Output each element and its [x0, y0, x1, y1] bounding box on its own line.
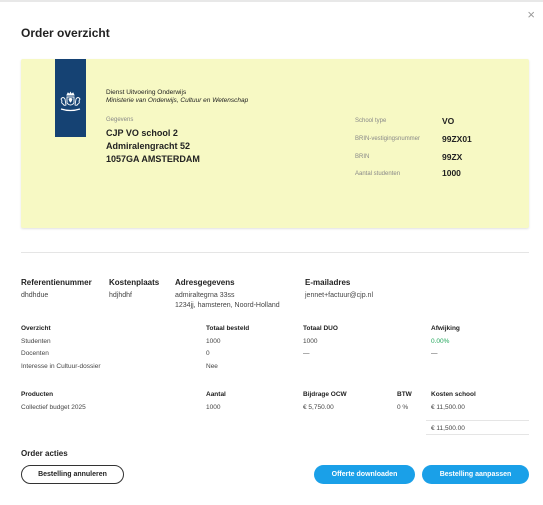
- brin-vestiging-label: BRIN-vestigingsnummer: [355, 136, 421, 142]
- adres-label: Adresgegevens: [175, 278, 235, 287]
- table-cell: Collectief budget 2025: [21, 404, 86, 411]
- table-cell: € 5,750.00: [303, 404, 334, 411]
- org-subtitle: Ministerie van Onderwijs, Cultuur en Wet…: [106, 97, 249, 104]
- table-cell: Docenten: [21, 350, 49, 357]
- total-value: € 11,500.00: [431, 425, 465, 432]
- brin-label: BRIN: [355, 154, 370, 160]
- totaal-duo-header: Totaal DUO: [303, 325, 338, 332]
- order-modal: × Order overzicht Dienst Uitvoering Onde…: [0, 0, 543, 505]
- btw-header: BTW: [397, 391, 412, 398]
- download-quote-button[interactable]: Offerte downloaden: [314, 465, 415, 484]
- kosten-school-header: Kosten school: [431, 391, 476, 398]
- email-value: jennet+factuur@cjp.nl: [305, 292, 374, 299]
- royal-crest-icon: [60, 91, 81, 112]
- order-acties-heading: Order acties: [21, 449, 68, 458]
- email-label: E-mailadres: [305, 278, 351, 287]
- cancel-order-button[interactable]: Bestelling annuleren: [21, 465, 124, 484]
- brin-value: 99ZX: [442, 152, 463, 162]
- school-address: CJP VO school 2 Admiralengracht 52 1057G…: [106, 127, 200, 166]
- table-cell: —: [431, 350, 438, 357]
- table-cell: 1000: [206, 404, 221, 411]
- afwijking-header: Afwijking: [431, 325, 460, 332]
- table-cell: 0 %: [397, 404, 409, 411]
- studenten-value: 1000: [442, 168, 461, 178]
- table-cell: 1000: [303, 338, 318, 345]
- edit-order-button[interactable]: Bestelling aanpassen: [422, 465, 529, 484]
- studenten-label: Aantal studenten: [355, 171, 401, 177]
- table-cell: € 11,500.00: [431, 404, 465, 411]
- gegevens-label: Gegevens: [106, 117, 134, 123]
- kostenplaats-label: Kostenplaats: [109, 278, 160, 287]
- table-cell: 1000: [206, 338, 221, 345]
- referentie-label: Referentienummer: [21, 278, 92, 287]
- section-divider: [21, 252, 529, 253]
- school-name: CJP VO school 2: [106, 128, 178, 138]
- adres-line-2: 1234jj, hamsteren, Noord-Holland: [175, 302, 280, 309]
- school-card: Dienst Uitvoering Onderwijs Ministerie v…: [21, 59, 529, 228]
- org-name: Dienst Uitvoering Onderwijs: [106, 89, 187, 96]
- adres-line-1: admiraltegrna 33ss: [175, 292, 235, 299]
- aantal-header: Aantal: [206, 391, 226, 398]
- afwijking-value: 0.00%: [431, 338, 450, 345]
- school-type-label: School type: [355, 118, 387, 124]
- totaal-besteld-header: Totaal besteld: [206, 325, 250, 332]
- table-cell: 0: [206, 350, 210, 357]
- overzicht-header: Overzicht: [21, 325, 51, 332]
- table-cell: —: [303, 350, 310, 357]
- school-street: Admiralengracht 52: [106, 141, 191, 151]
- kostenplaats-value: hdjhdhf: [109, 292, 132, 299]
- table-cell: Interesse in Cultuur-dossier: [21, 363, 101, 370]
- bijdrage-header: Bijdrage OCW: [303, 391, 347, 398]
- close-icon[interactable]: ×: [527, 8, 535, 21]
- organisation-block: Dienst Uitvoering Onderwijs Ministerie v…: [106, 89, 248, 105]
- referentie-value: dhdhdue: [21, 292, 49, 299]
- table-cell: Nee: [206, 363, 218, 370]
- brin-vestiging-value: 99ZX01: [442, 134, 472, 144]
- school-city: 1057GA AMSTERDAM: [106, 154, 200, 164]
- logo-ribbon: [55, 59, 86, 137]
- table-cell: Studenten: [21, 338, 51, 345]
- total-row: € 11,500.00: [426, 420, 529, 435]
- producten-header: Producten: [21, 391, 54, 398]
- school-type-value: VO: [442, 116, 455, 126]
- adres-value: admiraltegrna 33ss 1234jj, hamsteren, No…: [175, 291, 280, 311]
- page-title: Order overzicht: [21, 26, 110, 40]
